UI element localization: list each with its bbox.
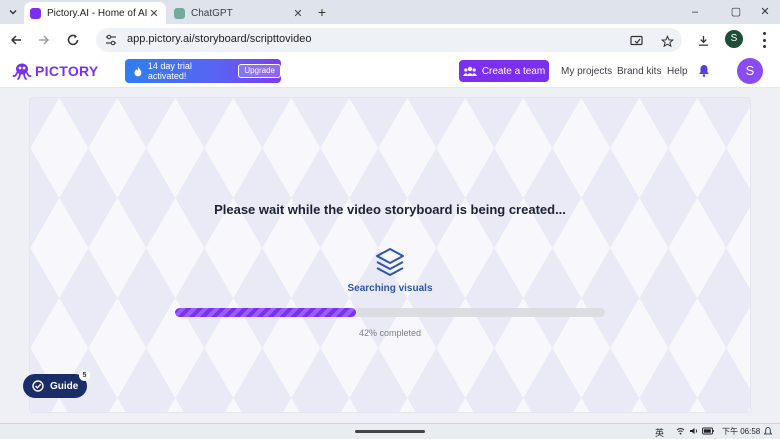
create-team-button[interactable]: Create a team xyxy=(459,60,549,82)
layers-icon xyxy=(376,248,404,276)
tab-chatgpt[interactable]: ChatGPT ✕ xyxy=(168,2,310,24)
progress-text: 42% completed xyxy=(358,328,422,338)
upgrade-button[interactable]: Upgrade xyxy=(238,64,281,78)
system-tray[interactable] xyxy=(676,427,714,435)
trial-text: 14 day trial activated! xyxy=(147,61,192,81)
input-method-indicator[interactable]: 英 xyxy=(655,426,664,439)
os-taskbar: 英 下午 06:58 xyxy=(0,423,780,439)
url-text[interactable]: app.pictory.ai/storyboard/scripttovideo xyxy=(127,33,311,45)
arrow-left-icon xyxy=(10,35,21,45)
chevron-down-icon xyxy=(9,10,17,15)
restore-button[interactable]: ▢ xyxy=(723,2,749,22)
nav-my-projects[interactable]: My projects xyxy=(561,66,612,77)
profile-avatar[interactable]: S xyxy=(725,30,743,48)
taskbar-handle[interactable] xyxy=(355,430,425,433)
clock-time: 06:58 xyxy=(740,427,761,436)
taskbar-notification-icon[interactable] xyxy=(764,427,772,436)
arrow-right-icon xyxy=(39,35,50,45)
browser-toolbar: app.pictory.ai/storyboard/scripttovideo … xyxy=(0,24,780,55)
minimize-button[interactable]: – xyxy=(682,2,708,22)
cast-icon[interactable] xyxy=(628,33,644,49)
page-content: Please wait while the video storyboard i… xyxy=(0,88,780,423)
bookmark-star-icon[interactable] xyxy=(659,33,675,49)
taskbar-clock[interactable]: 下午 06:58 xyxy=(722,426,760,437)
guide-label: Guide xyxy=(50,380,79,392)
reload-icon xyxy=(67,34,79,46)
team-icon xyxy=(462,66,477,76)
progress-bar xyxy=(175,308,605,317)
notification-bell-icon[interactable] xyxy=(698,64,710,77)
pictory-favicon-icon xyxy=(30,7,41,19)
new-tab-button[interactable]: + xyxy=(313,3,331,21)
forward-button[interactable] xyxy=(33,29,55,51)
battery-icon xyxy=(702,427,714,435)
browser-tabstrip: Pictory.AI - Home of AI Vid ✕ ChatGPT ✕ … xyxy=(0,0,780,24)
close-window-button[interactable]: ✕ xyxy=(752,2,778,22)
address-bar[interactable]: app.pictory.ai/storyboard/scripttovideo xyxy=(96,28,682,52)
volume-icon xyxy=(690,428,698,434)
tab-pictory[interactable]: Pictory.AI - Home of AI Vid ✕ xyxy=(24,2,166,24)
logo-text: PICTORY xyxy=(35,63,99,79)
close-tab-icon[interactable]: ✕ xyxy=(292,7,304,20)
reload-button[interactable] xyxy=(62,29,84,51)
tab-search-button[interactable] xyxy=(4,3,22,21)
download-icon[interactable] xyxy=(695,32,711,48)
tab-title: ChatGPT xyxy=(191,7,233,19)
trial-banner: 14 day trial activated! Upgrade xyxy=(125,59,281,83)
check-circle-icon xyxy=(32,380,44,392)
pictory-logo[interactable]: PICTORY xyxy=(12,61,99,81)
status-text: Searching visuals xyxy=(347,283,433,294)
app-header: PICTORY 14 day trial activated! Upgrade … xyxy=(0,55,780,88)
user-avatar[interactable]: S xyxy=(737,58,763,84)
create-team-label: Create a team xyxy=(481,65,546,77)
tab-title: Pictory.AI - Home of AI Vid xyxy=(47,7,148,19)
flame-icon xyxy=(134,66,142,76)
storyboard-progress-card: Please wait while the video storyboard i… xyxy=(30,98,750,412)
octopus-logo-icon xyxy=(12,63,32,80)
guide-count-badge: 5 xyxy=(79,370,90,381)
chatgpt-favicon-icon xyxy=(174,7,185,19)
page-title: Please wait while the video storyboard i… xyxy=(214,202,566,217)
clock-period: 下午 xyxy=(722,427,738,436)
nav-help[interactable]: Help xyxy=(667,66,688,77)
guide-button[interactable]: Guide xyxy=(23,374,87,398)
nav-brand-kits[interactable]: Brand kits xyxy=(617,66,661,77)
progress-fill xyxy=(175,308,356,317)
close-tab-icon[interactable]: ✕ xyxy=(148,7,160,20)
wifi-icon xyxy=(676,428,685,435)
back-button[interactable] xyxy=(5,29,27,51)
browser-menu-icon[interactable] xyxy=(757,32,771,48)
site-settings-icon[interactable] xyxy=(104,33,118,47)
